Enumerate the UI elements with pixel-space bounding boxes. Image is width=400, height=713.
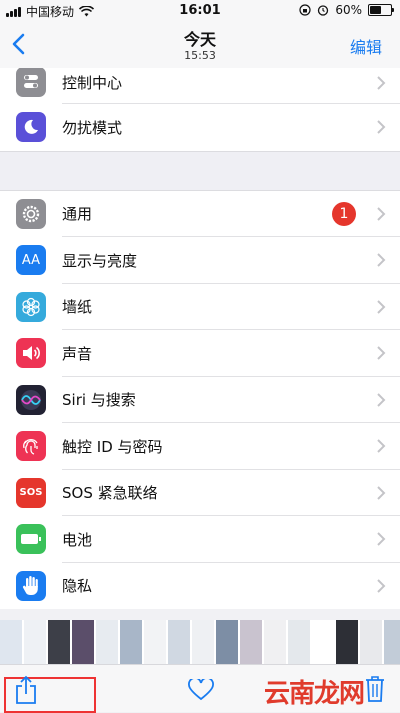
settings-row-label: 隐私	[62, 577, 93, 596]
chevron-right-icon	[377, 532, 386, 546]
wallpaper-flower-icon	[16, 291, 46, 322]
chevron-right-icon	[377, 578, 386, 593]
chevron-right-icon	[377, 299, 386, 314]
status-right: 60%	[299, 3, 394, 17]
photo-thumbnail[interactable]	[144, 620, 166, 664]
photo-thumbnail-strip[interactable]	[0, 620, 400, 664]
control-center-icon	[16, 68, 46, 97]
settings-row-privacy[interactable]: 隐私	[0, 563, 400, 610]
photo-thumbnail[interactable]	[360, 620, 382, 664]
photo-thumbnail[interactable]	[48, 620, 70, 664]
settings-row-touch-id[interactable]: 触控 ID 与密码	[0, 423, 400, 470]
sos-icon: SOS	[16, 477, 46, 508]
bottom-toolbar: 云南龙网	[0, 664, 400, 713]
status-bar: 中国移动 16:01 60%	[0, 0, 400, 22]
notification-badge: 1	[332, 201, 356, 226]
settings-group-top: 控制中心 勿扰模式	[0, 68, 400, 151]
photo-thumbnail[interactable]	[168, 620, 190, 664]
edit-button[interactable]: 编辑	[350, 34, 382, 58]
chevron-right-icon	[377, 120, 386, 134]
chevron-right-icon	[377, 392, 386, 407]
photo-thumbnail[interactable]	[72, 620, 94, 664]
settings-group-main: 通用 1 AA 显示与亮度 墙纸 声音 Siri 与搜索 触控 ID 与密码 S…	[0, 190, 400, 610]
settings-row-control-center[interactable]: 控制中心	[0, 68, 400, 104]
settings-row-label: 显示与亮度	[62, 251, 138, 270]
nav-title: 今天	[183, 30, 216, 49]
battery-fill	[370, 6, 381, 14]
battery-icon	[16, 524, 46, 555]
settings-row-label: SOS 紧急联络	[62, 484, 158, 503]
settings-row-sounds[interactable]: 声音	[0, 330, 400, 377]
photo-thumbnail[interactable]	[216, 620, 238, 664]
photo-thumbnail[interactable]	[312, 620, 334, 664]
settings-row-general[interactable]: 通用 1	[0, 191, 400, 237]
nav-subtitle: 15:53	[184, 49, 216, 62]
photo-thumbnail[interactable]	[240, 620, 262, 664]
settings-row-label: 控制中心	[62, 73, 123, 92]
chevron-right-icon	[377, 346, 386, 360]
photo-thumbnail[interactable]	[192, 620, 214, 664]
siri-icon	[16, 384, 46, 415]
photo-thumbnail[interactable]	[264, 620, 286, 664]
orientation-lock-icon	[299, 4, 311, 16]
settings-row-label: 声音	[62, 344, 93, 363]
settings-row-siri[interactable]: Siri 与搜索	[0, 377, 400, 423]
photo-thumbnail[interactable]	[0, 620, 22, 664]
chevron-right-icon	[377, 485, 386, 500]
photo-thumbnail[interactable]	[288, 620, 310, 664]
chevron-right-icon	[377, 76, 386, 90]
display-icon-text: AA	[21, 252, 41, 268]
photo-thumbnail[interactable]	[336, 620, 358, 664]
photo-thumbnail[interactable]	[96, 620, 118, 664]
settings-list: 控制中心 勿扰模式 通用 1 AA 显示与亮度 墙纸 声音 Siri 与搜索 触…	[0, 68, 400, 616]
fingerprint-icon	[16, 431, 46, 462]
speaker-icon	[16, 338, 46, 369]
settings-row-wallpaper[interactable]: 墙纸	[0, 284, 400, 330]
photo-thumbnail[interactable]	[120, 620, 142, 664]
nav-bar: 今天 15:53 编辑	[0, 22, 400, 69]
heart-icon[interactable]	[188, 679, 214, 701]
alarm-icon	[318, 5, 329, 16]
hand-icon	[16, 570, 46, 601]
settings-row-dnd[interactable]: 勿扰模式	[0, 104, 400, 151]
battery-icon	[368, 4, 394, 16]
photo-thumbnail[interactable]	[24, 620, 46, 664]
chevron-right-icon	[377, 253, 386, 267]
trash-icon[interactable]	[364, 675, 386, 703]
settings-row-label: 触控 ID 与密码	[62, 437, 163, 456]
settings-row-display[interactable]: AA 显示与亮度	[0, 237, 400, 284]
settings-row-label: 墙纸	[62, 298, 93, 317]
settings-row-label: 电池	[62, 530, 93, 549]
settings-row-label: 勿扰模式	[62, 118, 123, 137]
watermark: 云南龙网	[263, 679, 365, 709]
group-separator	[0, 150, 400, 191]
settings-row-battery[interactable]: 电池	[0, 516, 400, 563]
sos-icon-text: SOS	[19, 487, 43, 499]
display-icon: AA	[16, 245, 46, 276]
photo-thumbnail[interactable]	[384, 620, 400, 664]
battery-percent: 60%	[335, 3, 362, 17]
chevron-right-icon	[377, 439, 386, 453]
chevron-right-icon	[377, 206, 386, 221]
settings-row-label: Siri 与搜索	[62, 391, 136, 410]
gear-icon	[16, 198, 46, 229]
moon-icon	[16, 112, 46, 143]
share-icon[interactable]	[14, 675, 38, 705]
settings-row-sos[interactable]: SOS SOS 紧急联络	[0, 470, 400, 516]
